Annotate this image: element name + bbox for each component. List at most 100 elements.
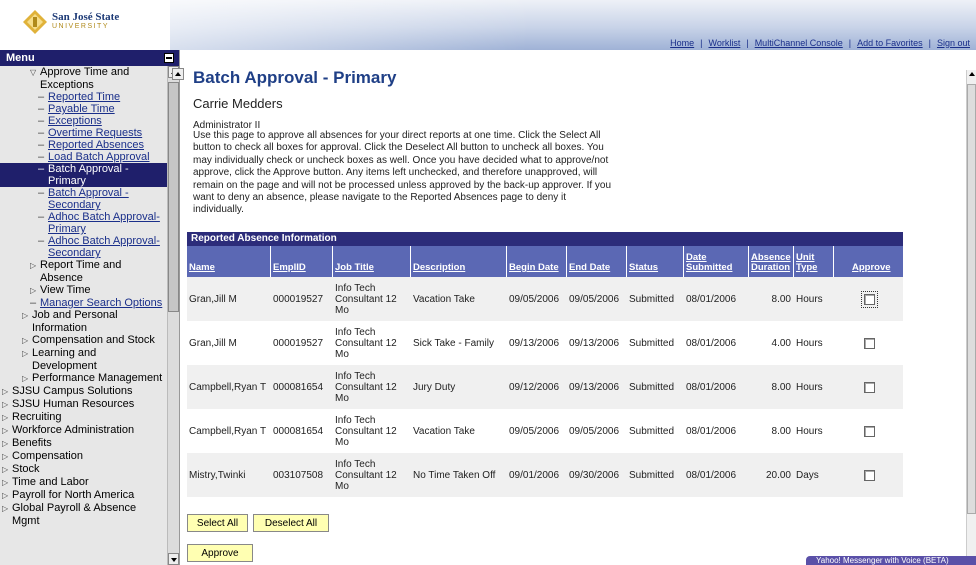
frame-scroll-up-icon[interactable] [172,68,184,80]
collapsed-triangle-icon[interactable]: ▷ [30,285,40,297]
column-header-absence-duration[interactable]: Absence Duration [749,246,794,277]
approve-checkbox[interactable] [864,425,875,437]
menu-item-label[interactable]: Job and Personal [32,309,118,321]
menu-item-label[interactable]: Load Batch Approval [48,151,150,163]
collapsed-triangle-icon[interactable]: ▷ [2,451,12,463]
menu-item[interactable]: ▷ SJSU Campus Solutions [0,385,168,398]
menu-item[interactable]: – Reported Time [0,91,168,103]
column-header-label[interactable]: Job Title [335,263,374,273]
approve-button[interactable]: Approve [187,544,253,562]
menu-item[interactable]: ▷ Compensation and Stock [0,334,168,347]
column-header-date-submitted[interactable]: Date Submitted [684,246,749,277]
column-header-label[interactable]: End Date [569,263,610,273]
menu-item-label[interactable]: View Time [40,284,91,296]
menu-item-label[interactable]: Batch Approval - [48,187,129,199]
nav-link-multichannel-console[interactable]: MultiChannel Console [749,38,849,48]
column-header-label[interactable]: Absence Duration [751,253,793,273]
menu-item[interactable]: – Reported Absences [0,139,168,151]
menu-item[interactable]: – Adhoc Batch Approval- [0,211,168,223]
column-header-begin-date[interactable]: Begin Date [507,246,567,277]
main-scrollbar[interactable] [966,70,976,565]
column-header-description[interactable]: Description [411,246,507,277]
column-header-label[interactable]: Name [189,263,215,273]
menu-item-label[interactable]: Secondary [48,199,101,211]
column-header-label[interactable]: Unit Type [796,253,833,273]
collapsed-triangle-icon[interactable]: ▷ [2,503,12,515]
menu-item-label[interactable]: Global Payroll & Absence [12,502,136,514]
collapse-menu-icon[interactable] [164,53,174,63]
column-header-status[interactable]: Status [627,246,684,277]
column-header-label[interactable]: Begin Date [509,263,559,273]
menu-item[interactable]: ▷ Job and Personal [0,309,168,322]
menu-item-label[interactable]: Report Time and [40,259,121,271]
collapsed-triangle-icon[interactable]: ▷ [22,310,32,322]
menu-item-label[interactable]: Workforce Administration [12,424,134,436]
menu-item-label[interactable]: Time and Labor [12,476,89,488]
approve-checkbox[interactable] [864,337,875,349]
column-header-job-title[interactable]: Job Title [333,246,411,277]
menu-item-label[interactable]: Approve Time and [40,66,129,78]
menu-item-label[interactable]: SJSU Human Resources [12,398,134,410]
collapsed-triangle-icon[interactable]: ▷ [22,373,32,385]
scroll-down-icon[interactable] [168,553,179,565]
column-header-approve[interactable]: Approve [834,246,903,277]
collapsed-triangle-icon[interactable]: ▷ [2,438,12,450]
menu-item-label[interactable]: Recruiting [12,411,62,423]
collapsed-triangle-icon[interactable]: ▷ [2,399,12,411]
menu-item[interactable]: ▷ Performance Management [0,372,168,385]
collapsed-triangle-icon[interactable]: ▷ [2,477,12,489]
collapsed-triangle-icon[interactable]: ▷ [22,348,32,360]
column-header-name[interactable]: Name [187,246,271,277]
menu-item[interactable]: ▷ Learning and [0,347,168,360]
menu-item-label[interactable]: Reported Absences [48,139,144,151]
column-header-emplid[interactable]: EmplID [271,246,333,277]
menu-item[interactable]: Primary [0,223,168,235]
menu-item-label[interactable]: Overtime Requests [48,127,142,139]
menu-item[interactable]: – Payable Time [0,103,168,115]
menu-item-label[interactable]: Payroll for North America [12,489,134,501]
menu-item-label[interactable]: Compensation and Stock [32,334,155,346]
menu-item-label[interactable]: Payable Time [48,103,115,115]
menu-item-label[interactable]: Manager Search Options [40,297,162,309]
collapsed-triangle-icon[interactable]: ▷ [2,490,12,502]
menu-item-label[interactable]: Secondary [48,247,101,259]
menu-item[interactable]: ▷ Compensation [0,450,168,463]
menu-item[interactable]: Secondary [0,247,168,259]
menu-item[interactable]: – Load Batch Approval [0,151,168,163]
menu-item-label[interactable]: SJSU Campus Solutions [12,385,132,397]
menu-item[interactable]: ▷ SJSU Human Resources [0,398,168,411]
collapsed-triangle-icon[interactable]: ▷ [30,260,40,272]
menu-item[interactable]: ▷ Stock [0,463,168,476]
menu-item-label[interactable]: Exceptions [48,115,102,127]
nav-link-home[interactable]: Home [664,38,700,48]
menu-item[interactable]: – Overtime Requests [0,127,168,139]
menu-item[interactable]: – Batch Approval - [0,163,168,175]
nav-link-add-to-favorites[interactable]: Add to Favorites [851,38,929,48]
scroll-thumb[interactable] [168,82,179,312]
menu-item[interactable]: ▷ Payroll for North America [0,489,168,502]
menu-item-label[interactable]: Reported Time [48,91,120,103]
menu-item-label[interactable]: Batch Approval - [48,163,129,175]
collapsed-triangle-icon[interactable]: ▷ [2,412,12,424]
nav-link-worklist[interactable]: Worklist [703,38,747,48]
collapsed-triangle-icon[interactable]: ▷ [2,425,12,437]
column-header-label[interactable]: Description [413,263,465,273]
menu-item[interactable]: ▷ Recruiting [0,411,168,424]
menu-item-label[interactable]: Adhoc Batch Approval- [48,211,160,223]
menu-item-label[interactable]: Learning and [32,347,96,359]
expanded-triangle-icon[interactable]: ▽ [30,67,40,79]
menu-item[interactable]: ▷ Benefits [0,437,168,450]
menu-item[interactable]: – Batch Approval - [0,187,168,199]
menu-item-label[interactable]: Stock [12,463,40,475]
approve-checkbox[interactable] [864,381,875,393]
menu-item-label[interactable]: Benefits [12,437,52,449]
menu-item[interactable]: ▷ Global Payroll & Absence [0,502,168,515]
collapsed-triangle-icon[interactable]: ▷ [2,464,12,476]
messenger-bar[interactable]: Yahoo! Messenger with Voice (BETA) [806,556,976,565]
collapsed-triangle-icon[interactable]: ▷ [2,386,12,398]
scroll-up-icon[interactable] [968,70,976,80]
menu-item[interactable]: ▽ Approve Time and [0,66,168,79]
collapsed-triangle-icon[interactable]: ▷ [22,335,32,347]
menu-item-label[interactable]: Performance Management [32,372,162,384]
menu-item[interactable]: ▷ View Time [0,284,168,297]
